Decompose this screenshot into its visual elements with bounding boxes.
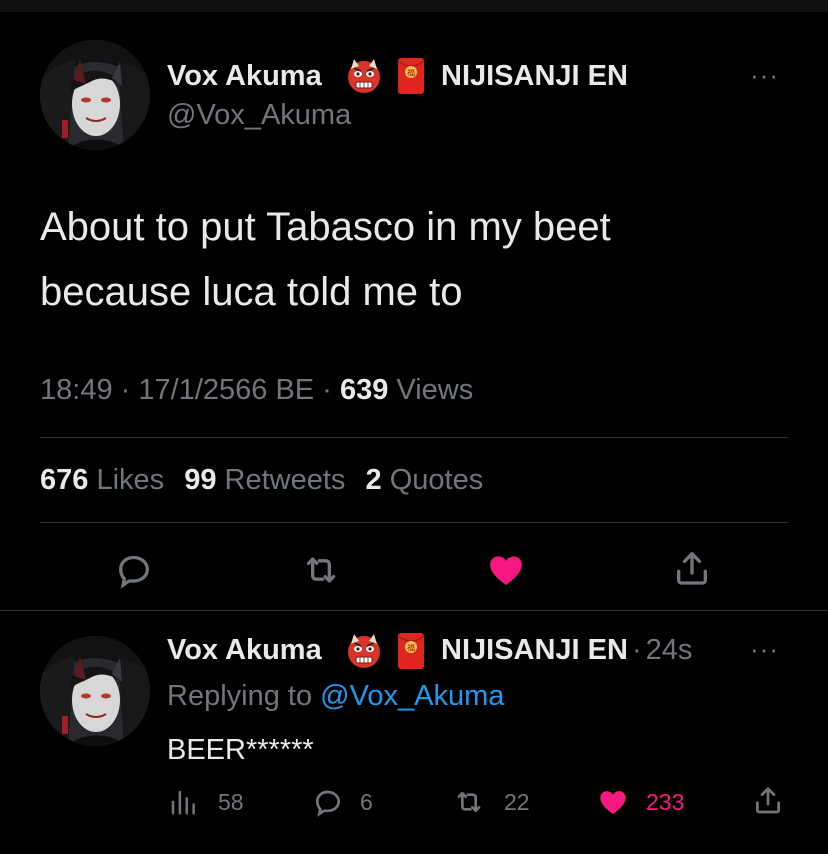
share-icon: [756, 787, 780, 814]
quotes-label: Quotes: [389, 464, 484, 496]
quotes-count: 2: [365, 464, 382, 496]
author-name[interactable]: Vox Akuma: [167, 634, 322, 666]
like-icon-filled: [490, 556, 522, 585]
like-icon-filled: [600, 791, 626, 814]
retweets-label: Retweets: [224, 464, 346, 496]
svg-text:福: 福: [407, 644, 415, 653]
retweet-icon: [306, 557, 336, 583]
meta-separator: ·: [631, 634, 642, 666]
views-label: Views: [396, 374, 474, 406]
likes-label: Likes: [96, 464, 165, 496]
replies-count: 6: [360, 788, 373, 815]
reply-text: BEER******: [167, 734, 314, 766]
divider: [40, 437, 788, 438]
retweet-icon: [457, 792, 481, 812]
views-count: 639: [339, 374, 389, 406]
meta-separator: ·: [322, 374, 332, 406]
replying-to: Replying to @Vox_Akuma: [167, 678, 504, 714]
tweet-stats: 676 Likes 99 Retweets 2 Quotes: [40, 462, 483, 498]
tweet-text-line-2: because luca told me to: [40, 270, 463, 314]
likes-stat[interactable]: 676 Likes: [40, 464, 172, 496]
views-chart-icon: [171, 790, 195, 815]
likes-count: 233: [646, 788, 685, 815]
tweet-time[interactable]: 18:49: [40, 374, 113, 406]
retweet-button[interactable]: 22: [452, 786, 530, 818]
oni-mask-emoji-icon: [345, 632, 383, 675]
affiliation-label[interactable]: NIJISANJI EN: [441, 60, 628, 92]
more-options-icon[interactable]: ···: [750, 636, 779, 662]
retweets-stat[interactable]: 99 Retweets: [184, 464, 353, 496]
reply-time-ago[interactable]: 24s: [646, 634, 693, 666]
author-name[interactable]: Vox Akuma: [167, 60, 322, 92]
reply-button[interactable]: 6: [312, 786, 373, 818]
replying-to-handle[interactable]: @Vox_Akuma: [320, 680, 504, 712]
reply-button[interactable]: [114, 550, 154, 590]
svg-text:福: 福: [407, 69, 415, 78]
likes-count: 676: [40, 464, 89, 496]
avatar[interactable]: [40, 40, 150, 150]
tweet-text-line-1: About to put Tabasco in my beet: [40, 205, 611, 249]
affiliation-label[interactable]: NIJISANJI EN: [441, 634, 628, 666]
share-icon: [677, 552, 707, 585]
retweet-button[interactable]: [300, 550, 342, 590]
views-count: 58: [218, 788, 244, 815]
quotes-stat[interactable]: 2 Quotes: [366, 464, 484, 496]
reply-icon: [118, 555, 150, 589]
views-button[interactable]: 58: [168, 786, 244, 818]
more-options-icon[interactable]: ···: [750, 62, 779, 88]
divider: [0, 610, 828, 611]
tweet-meta: 18:49 · 17/1/2566 BE · 639 Views: [40, 372, 473, 408]
red-envelope-emoji-icon: 福: [396, 632, 426, 675]
replying-to-label: Replying to: [167, 680, 313, 712]
status-bar-edge: [0, 0, 828, 12]
tweet-date[interactable]: 17/1/2566 BE: [138, 374, 314, 406]
share-button[interactable]: [672, 548, 712, 588]
reply-icon: [315, 790, 341, 817]
meta-separator: ·: [120, 374, 131, 406]
like-button[interactable]: 233: [596, 786, 684, 818]
share-button[interactable]: [752, 784, 784, 816]
red-envelope-emoji-icon: 福: [396, 57, 426, 100]
divider: [40, 522, 788, 523]
retweets-count: 99: [184, 464, 217, 496]
retweets-count: 22: [504, 788, 530, 815]
oni-mask-emoji-icon: [345, 57, 383, 100]
reply-header-affiliation: NIJISANJI EN · 24s: [441, 634, 692, 666]
author-handle[interactable]: @Vox_Akuma: [167, 98, 351, 132]
avatar[interactable]: [40, 636, 150, 746]
like-button[interactable]: [485, 550, 527, 590]
